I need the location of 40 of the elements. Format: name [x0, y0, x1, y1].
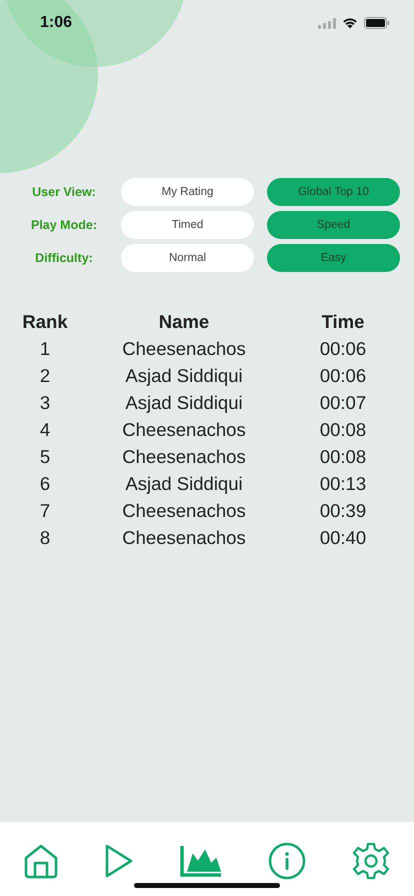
- filter-label: Difficulty:: [34, 251, 94, 265]
- wifi-icon: [342, 17, 358, 29]
- table-cell: 3: [40, 392, 50, 414]
- table-cell: 00:08: [320, 418, 366, 440]
- signal-icon: [318, 18, 336, 28]
- column-header: Rank: [22, 310, 68, 332]
- table-cell: 00:06: [320, 338, 366, 360]
- table-cell: 00:39: [320, 500, 366, 522]
- table-cell: Asjad Siddiqui: [125, 364, 243, 386]
- table-cell: Cheesenachos: [122, 418, 246, 440]
- table-cell: 6: [40, 472, 50, 494]
- table-cell: Asjad Siddiqui: [125, 392, 243, 414]
- table-cell: 8: [40, 526, 50, 548]
- filter-option[interactable]: My Rating: [121, 178, 254, 206]
- table-cell: 2: [40, 364, 50, 386]
- table-cell: Cheesenachos: [122, 338, 246, 360]
- filter-label: User View:: [31, 185, 97, 199]
- table-cell: Cheesenachos: [122, 500, 246, 522]
- column-header: Name: [158, 310, 210, 332]
- filter-label: Play Mode:: [30, 218, 98, 232]
- filter-option[interactable]: Speed: [267, 211, 400, 239]
- filter-option[interactable]: Normal: [121, 244, 254, 272]
- table-cell: 5: [40, 446, 50, 468]
- column-header: Time: [322, 310, 364, 332]
- table-cell: 4: [40, 418, 50, 440]
- table-cell: 00:06: [320, 364, 366, 386]
- battery-icon: [364, 17, 390, 29]
- table-cell: Asjad Siddiqui: [125, 472, 243, 494]
- table-cell: Cheesenachos: [122, 526, 246, 548]
- table-cell: Cheesenachos: [122, 446, 246, 468]
- table-cell: 00:08: [320, 446, 366, 468]
- table-cell: 00:07: [320, 392, 366, 414]
- table-cell: 7: [40, 500, 50, 522]
- table-cell: 00:13: [320, 472, 366, 494]
- status-time: 1:06: [40, 14, 72, 32]
- filter-option[interactable]: Easy: [267, 244, 400, 272]
- filter-option[interactable]: Timed: [121, 211, 254, 239]
- table-cell: 00:40: [320, 526, 366, 548]
- filter-option[interactable]: Global Top 10: [267, 178, 400, 206]
- table-cell: 1: [40, 338, 50, 360]
